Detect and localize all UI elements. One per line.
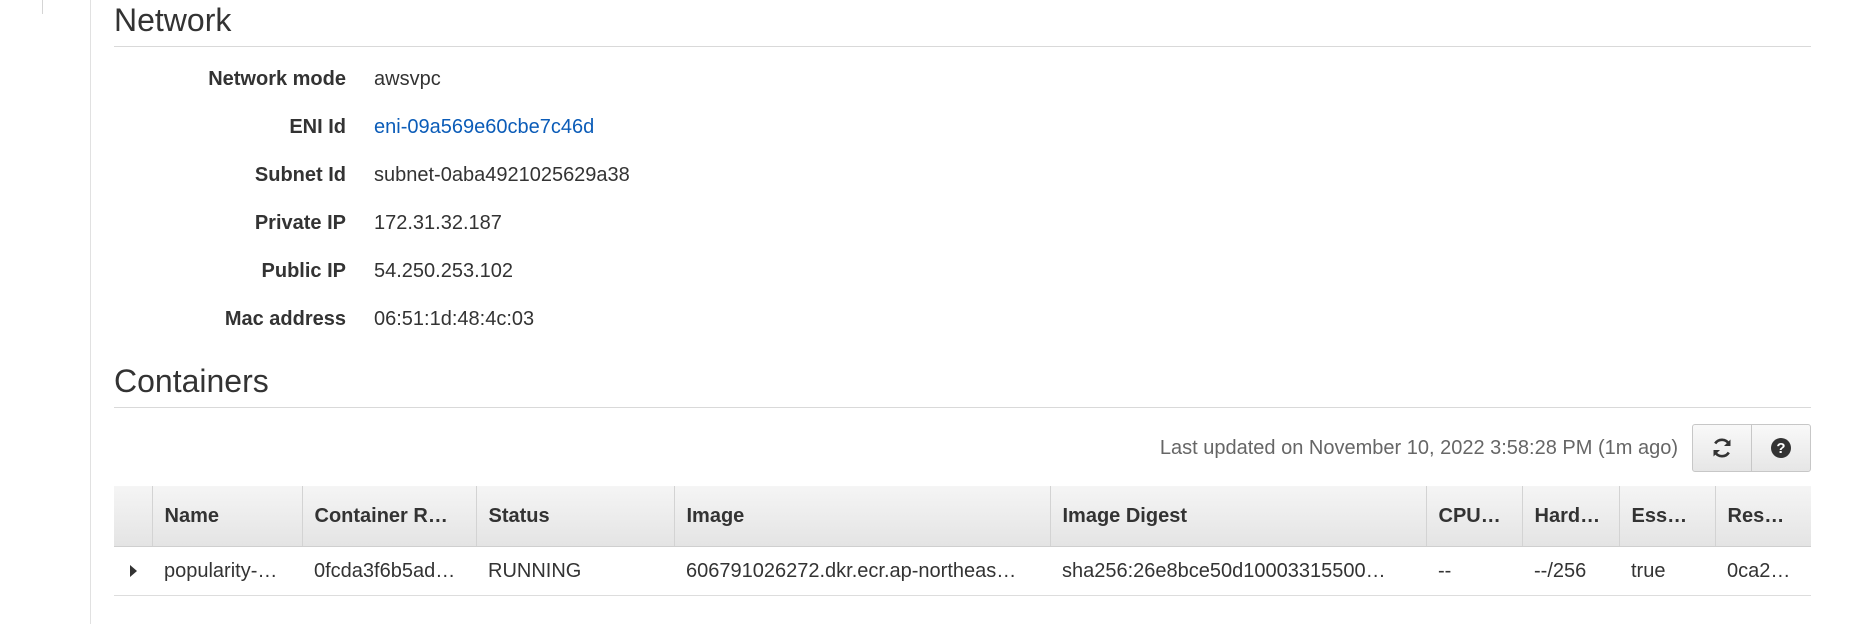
network-section-header: Network [114,0,1811,47]
network-mode-value: awsvpc [374,67,441,90]
containers-section-title: Containers [114,363,269,399]
cell-res: 0ca2… [1715,546,1811,596]
column-header-image[interactable]: Image [674,486,1051,547]
help-button[interactable]: ? [1751,425,1810,471]
column-header-res[interactable]: Res… [1715,486,1811,547]
cell-status: RUNNING [476,546,674,596]
refresh-button[interactable] [1693,425,1751,471]
table-header-row: Name Container R… Status Image Image Dig… [114,486,1811,547]
private-ip-value: 172.31.32.187 [374,211,502,234]
network-details: Network mode awsvpc ENI Id eni-09a569e60… [114,47,1811,343]
toolbar-button-group: ? [1692,424,1811,472]
column-header-name[interactable]: Name [152,486,303,547]
network-mode-row: Network mode awsvpc [114,55,1811,103]
column-header-container-runtime[interactable]: Container R… [302,486,477,547]
public-ip-label: Public IP [261,259,346,282]
subnet-id-label: Subnet Id [254,163,346,186]
column-header-essential[interactable]: Ess… [1619,486,1716,547]
containers-table: Name Container R… Status Image Image Dig… [114,486,1811,596]
row-expand-toggle[interactable] [114,546,152,596]
mac-address-row: Mac address 06:51:1d:48:4c:03 [114,295,1811,343]
subnet-id-row: Subnet Id subnet-0aba4921025629a38 [114,151,1811,199]
refresh-icon [1713,438,1731,458]
task-detail-content: Network Network mode awsvpc ENI Id eni-0… [114,0,1811,596]
table-row: popularity-… 0fcda3f6b5ad… RUNNING 60679… [114,546,1811,596]
cell-hard-limit: --/256 [1522,546,1619,596]
cell-container-runtime: 0fcda3f6b5ad… [302,546,476,596]
column-header-status[interactable]: Status [476,486,675,547]
eni-id-link[interactable]: eni-09a569e60cbe7c46d [374,116,594,139]
mac-address-label: Mac address [224,307,346,330]
cell-image-digest: sha256:26e8bce50d10003315500… [1050,546,1426,596]
network-mode-label: Network mode [208,67,346,90]
last-updated-text: Last updated on November 10, 2022 3:58:2… [1159,436,1678,459]
network-section-title: Network [114,2,232,38]
containers-toolbar: Last updated on November 10, 2022 3:58:2… [114,424,1811,472]
containers-section-header: Containers [114,361,1811,408]
cell-essential: true [1619,546,1715,596]
subnet-id-value: subnet-0aba4921025629a38 [374,163,630,186]
cell-image: 606791026272.dkr.ecr.ap-northeas… [674,546,1050,596]
svg-text:?: ? [1776,440,1785,457]
left-guide-line [42,0,43,14]
public-ip-value: 54.250.253.102 [374,259,514,282]
help-icon: ? [1771,438,1791,458]
column-header-cpu[interactable]: CPU… [1426,486,1523,547]
eni-id-label: ENI Id [289,115,346,138]
eni-id-row: ENI Id eni-09a569e60cbe7c46d [114,103,1811,151]
column-header-image-digest[interactable]: Image Digest [1050,486,1427,547]
cell-name: popularity-… [152,546,302,596]
column-header-expand [114,486,153,547]
mac-address-value: 06:51:1d:48:4c:03 [374,307,535,330]
cell-cpu: -- [1426,546,1522,596]
left-border [90,0,91,624]
public-ip-row: Public IP 54.250.253.102 [114,247,1811,295]
private-ip-row: Private IP 172.31.32.187 [114,199,1811,247]
caret-right-icon [129,564,137,577]
column-header-hard-limit[interactable]: Hard… [1522,486,1620,547]
private-ip-label: Private IP [254,211,346,234]
